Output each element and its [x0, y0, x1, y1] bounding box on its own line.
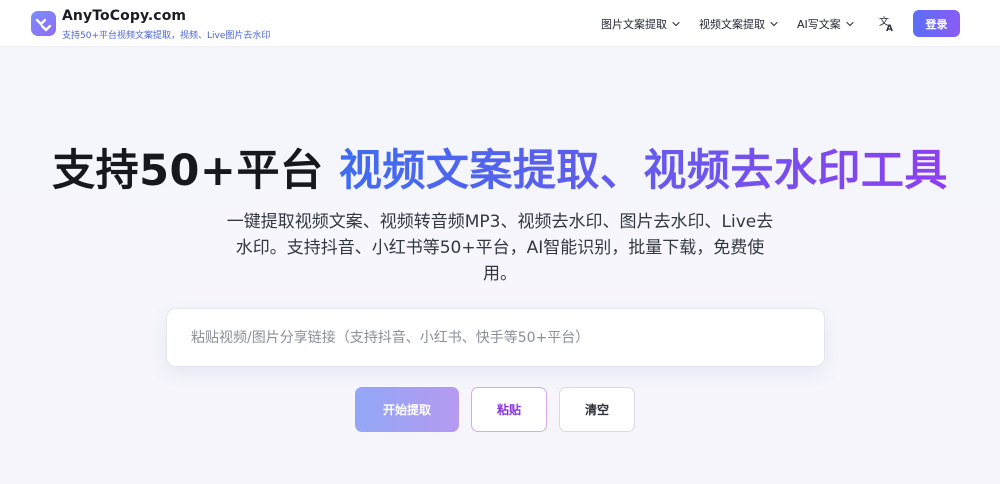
hero-description: 一键提取视频文案、视频转音频MP3、视频去水印、图片去水印、Live去水印。支持… [226, 212, 774, 284]
chevron-down-icon [846, 21, 854, 27]
page: AnyToCopy.com 支持50+平台视频文案提取，视频、Live图片去水印… [0, 0, 1000, 484]
chevron-down-icon [770, 21, 778, 27]
nav-label: 图片文案提取 [601, 18, 667, 31]
hero-title-highlight: 视频文案提取、视频去水印工具 [338, 146, 948, 196]
svg-text:A: A [886, 24, 893, 32]
brand-subtitle: 支持50+平台视频文案提取，视频、Live图片去水印 [62, 31, 271, 41]
nav-ai-copywriting[interactable]: AI写文案 [797, 16, 855, 32]
hero-title-plain: 支持50+平台 [52, 146, 339, 196]
nav-label: AI写文案 [797, 18, 841, 31]
nav-video-copy-extract[interactable]: 视频文案提取 [699, 16, 779, 32]
nav-label: 视频文案提取 [699, 18, 765, 31]
paste-button[interactable]: 粘贴 [471, 387, 547, 432]
hero-title: 支持50+平台 视频文案提取、视频去水印工具 [0, 141, 1000, 201]
login-button[interactable]: 登录 [913, 10, 960, 37]
link-input[interactable] [191, 309, 801, 366]
translate-icon[interactable]: 文 A [878, 15, 895, 32]
clear-button[interactable]: 清空 [559, 387, 635, 432]
nav-image-copy-extract[interactable]: 图片文案提取 [601, 16, 681, 32]
logo-icon[interactable] [31, 11, 56, 36]
chevron-down-icon [672, 21, 680, 27]
brand-name[interactable]: AnyToCopy.com [62, 8, 186, 24]
top-header: AnyToCopy.com 支持50+平台视频文案提取，视频、Live图片去水印… [0, 0, 1000, 47]
start-extract-button[interactable]: 开始提取 [355, 387, 459, 432]
search-box [166, 308, 825, 367]
